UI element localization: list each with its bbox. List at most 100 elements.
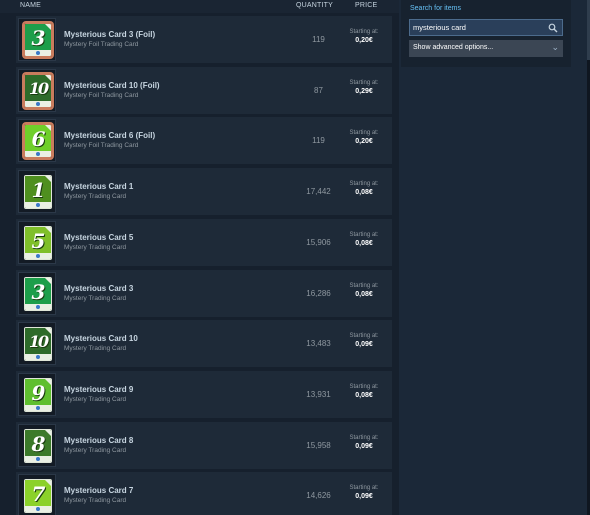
card-footer (25, 50, 51, 56)
search-label: Search for items (410, 5, 461, 12)
column-header-price[interactable]: PRICE (355, 2, 377, 9)
card-number: 10 (28, 78, 49, 98)
item-name[interactable]: Mysterious Card 10 (Foil) (64, 81, 160, 90)
column-header-name[interactable]: NAME (20, 2, 41, 9)
card-footer (25, 456, 51, 462)
table-header: NAME QUANTITY PRICE (0, 0, 399, 13)
gem-icon (36, 507, 40, 511)
price-label: Starting at: (349, 80, 379, 86)
trading-card-image: 9 (24, 378, 52, 412)
price-label: Starting at: (349, 333, 379, 339)
item-game-name: Mystery Foil Trading Card (64, 41, 139, 48)
price-label: Starting at: (349, 485, 379, 491)
search-icon[interactable] (548, 23, 558, 33)
item-game-name: Mystery Trading Card (64, 447, 127, 454)
item-game-name: Mystery Trading Card (64, 295, 127, 302)
listing-row[interactable]: 7 Mysterious Card 7 Mystery Trading Card 14… (16, 472, 392, 515)
listing-row[interactable]: 3 Mysterious Card 3 (Foil) Mystery Foil Tr… (16, 16, 392, 63)
item-name[interactable]: Mysterious Card 3 (Foil) (64, 30, 155, 39)
card-footer (25, 202, 51, 208)
item-game-name: Mystery Foil Trading Card (64, 142, 139, 149)
search-input[interactable] (413, 21, 541, 34)
card-corner (45, 125, 51, 131)
trading-card-image: 10 (24, 74, 52, 108)
card-number: 6 (31, 126, 46, 151)
card-thumbnail: 7 (18, 474, 56, 515)
card-number: 10 (28, 331, 49, 351)
listing-row[interactable]: 9 Mysterious Card 9 Mystery Trading Card 13… (16, 371, 392, 418)
item-game-name: Mystery Trading Card (64, 193, 127, 200)
price-label: Starting at: (349, 435, 379, 441)
card-footer (25, 253, 51, 259)
item-price: 0,08€ (355, 189, 373, 196)
card-thumbnail: 8 (18, 424, 56, 467)
item-price: 0,09€ (355, 341, 373, 348)
card-corner (45, 278, 51, 284)
card-footer (25, 151, 51, 157)
card-corner (45, 75, 51, 81)
card-corner (45, 480, 51, 486)
item-name[interactable]: Mysterious Card 3 (64, 284, 133, 293)
trading-card-image: 8 (24, 429, 52, 463)
trading-card-image: 7 (24, 479, 52, 513)
search-panel: Search for items Show advanced options..… (401, 0, 571, 67)
card-number: 8 (31, 431, 46, 456)
trading-card-image: 3 (24, 277, 52, 311)
gem-icon (36, 355, 40, 359)
listing-row[interactable]: 1 Mysterious Card 1 Mystery Trading Card 17… (16, 168, 392, 215)
advanced-options-label: Show advanced options... (413, 44, 494, 51)
item-price: 0,08€ (355, 392, 373, 399)
item-game-name: Mystery Trading Card (64, 497, 127, 504)
listing-row[interactable]: 3 Mysterious Card 3 Mystery Trading Card 16… (16, 270, 392, 317)
trading-card-image: 5 (24, 226, 52, 260)
gem-icon (36, 203, 40, 207)
card-thumbnail: 5 (18, 221, 56, 264)
price-label: Starting at: (349, 384, 379, 390)
item-game-name: Mystery Trading Card (64, 345, 127, 352)
price-label: Starting at: (349, 283, 379, 289)
card-number: 9 (31, 380, 46, 405)
trading-card-image: 1 (24, 175, 52, 209)
listing-row[interactable]: 5 Mysterious Card 5 Mystery Trading Card 15… (16, 219, 392, 266)
gem-icon (36, 51, 40, 55)
card-thumbnail: 10 (18, 69, 56, 112)
card-thumbnail: 3 (18, 18, 56, 61)
column-header-quantity[interactable]: QUANTITY (296, 2, 333, 9)
card-corner (45, 227, 51, 233)
card-footer (25, 101, 51, 107)
item-price: 0,20€ (355, 37, 373, 44)
item-price: 0,20€ (355, 138, 373, 145)
gem-icon (36, 254, 40, 258)
item-name[interactable]: Mysterious Card 10 (64, 334, 138, 343)
card-corner (45, 379, 51, 385)
trading-card-image: 10 (24, 327, 52, 361)
listing-row[interactable]: 10 Mysterious Card 10 (Foil) Mystery Foil … (16, 67, 392, 114)
listing-row[interactable]: 10 Mysterious Card 10 Mystery Trading Card… (16, 320, 392, 367)
listing-row[interactable]: 8 Mysterious Card 8 Mystery Trading Card 15… (16, 422, 392, 469)
show-advanced-options-button[interactable]: Show advanced options... ⌄ (409, 40, 563, 57)
card-corner (45, 24, 51, 30)
item-name[interactable]: Mysterious Card 9 (64, 385, 133, 394)
item-name[interactable]: Mysterious Card 7 (64, 486, 133, 495)
search-box[interactable] (409, 19, 563, 36)
card-corner (45, 430, 51, 436)
item-name[interactable]: Mysterious Card 6 (Foil) (64, 131, 155, 140)
item-name[interactable]: Mysterious Card 5 (64, 233, 133, 242)
price-label: Starting at: (349, 29, 379, 35)
item-game-name: Mystery Trading Card (64, 396, 127, 403)
item-name[interactable]: Mysterious Card 8 (64, 436, 133, 445)
market-listing-panel: NAME QUANTITY PRICE 3 Mysterious Card 3 (… (0, 0, 399, 515)
card-thumbnail: 10 (18, 322, 56, 365)
listing-row[interactable]: 6 Mysterious Card 6 (Foil) Mystery Foil Tr… (16, 117, 392, 164)
item-price: 0,09€ (355, 443, 373, 450)
card-corner (45, 328, 51, 334)
card-thumbnail: 9 (18, 373, 56, 416)
price-label: Starting at: (349, 232, 379, 238)
card-thumbnail: 3 (18, 272, 56, 315)
item-name[interactable]: Mysterious Card 1 (64, 182, 133, 191)
gem-icon (36, 406, 40, 410)
price-label: Starting at: (349, 130, 379, 136)
card-number: 5 (31, 228, 46, 253)
trading-card-image: 6 (24, 124, 52, 158)
item-price: 0,08€ (355, 291, 373, 298)
